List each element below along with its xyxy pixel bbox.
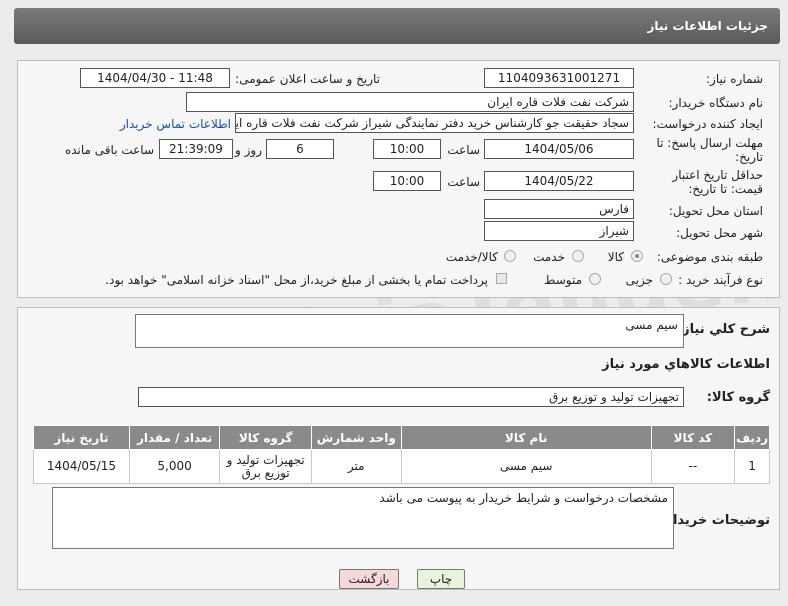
table-row: 1 -- سیم مسی متر تجهیزات تولید و توزیع ب… (33, 449, 770, 484)
requester-label: ایجاد کننده درخواست: (652, 117, 763, 131)
category-label: طبقه بندی موضوعی: (656, 250, 763, 264)
category-radio-goods[interactable] (631, 250, 643, 262)
process-radio-medium[interactable] (589, 273, 601, 285)
need-number-label: شماره نیاز: (706, 72, 763, 86)
requester-field[interactable]: سجاد حقیقت جو کارشناس خرید دفتر نمایندگی… (235, 113, 634, 133)
announce-field[interactable]: 1404/04/30 - 11:48 (80, 68, 230, 88)
buyer-contact-link[interactable]: اطلاعات تماس خریدار (120, 117, 231, 131)
remaining-label: ساعت باقی مانده (64, 143, 154, 157)
reply-time-field[interactable]: 10:00 (373, 139, 441, 159)
cell-quantity: 5,000 (128, 449, 221, 484)
print-button[interactable]: چاپ (417, 569, 465, 589)
col-row: ردیف (734, 425, 770, 450)
items-table: ردیف کد کالا نام کالا واحد شمارش گروه کا… (33, 425, 770, 484)
description-label: شرح کلي نياز: (676, 322, 770, 337)
cell-code: -- (650, 449, 736, 484)
category-option-both: کالا/خدمت (445, 250, 498, 264)
payment-note: پرداخت تمام یا بخشی از مبلغ خرید،از محل … (105, 273, 488, 287)
process-option-minor: جزیی (625, 273, 653, 287)
group-label: گروه کالا: (706, 390, 770, 405)
price-date-field[interactable]: 1404/05/22 (484, 171, 634, 191)
remaining-time-field[interactable]: 21:39:09 (159, 139, 233, 159)
category-radio-service[interactable] (572, 250, 584, 262)
price-time-label: ساعت (447, 175, 480, 189)
process-radio-minor[interactable] (660, 273, 672, 285)
reply-time-label: ساعت (447, 143, 480, 157)
reply-deadline-label: مهلت ارسال پاسخ: تا تاریخ: (656, 136, 763, 164)
province-field[interactable]: فارس (484, 199, 634, 219)
process-option-medium: متوسط (544, 273, 582, 287)
province-label: استان محل تحویل: (668, 204, 763, 218)
col-unit: واحد شمارش (310, 425, 402, 450)
announce-label: تاریخ و ساعت اعلان عمومی: (235, 72, 380, 86)
col-group: گروه کالا (219, 425, 312, 450)
col-quantity: تعداد / مقدار (128, 425, 221, 450)
city-field[interactable]: شیراز (484, 221, 634, 241)
col-name: نام کالا (400, 425, 652, 450)
process-label: نوع فرآیند خرید : (678, 273, 763, 287)
buyer-org-field[interactable]: شرکت نفت فلات قاره ایران (186, 92, 634, 112)
need-number-field[interactable]: 1104093631001271 (484, 68, 634, 88)
page-header: جزئیات اطلاعات نیاز (14, 8, 780, 44)
back-button[interactable]: بازگشت (339, 569, 399, 589)
buyer-org-label: نام دستگاه خریدار: (668, 96, 764, 110)
cell-group: تجهیزات تولید و توزیع برق (219, 449, 312, 484)
col-code: کد کالا (650, 425, 736, 450)
cell-row: 1 (734, 449, 770, 484)
description-field[interactable]: سیم مسی (135, 314, 684, 348)
cell-date: 1404/05/15 (33, 449, 130, 484)
city-label: شهر محل تحویل: (676, 226, 763, 240)
items-title: اطلاعات كالاهاي مورد نياز (602, 357, 770, 372)
group-field[interactable]: تجهیزات تولید و توزیع برق (138, 387, 684, 407)
page-title: جزئیات اطلاعات نیاز (647, 19, 768, 33)
category-option-service: خدمت (533, 250, 565, 264)
days-and-label: روز و (235, 143, 262, 157)
category-radio-both[interactable] (504, 250, 516, 262)
buyer-notes-field[interactable]: مشخصات درخواست و شرایط خریدار به پیوست م… (52, 487, 674, 549)
cell-unit: متر (310, 449, 402, 484)
price-time-field[interactable]: 10:00 (373, 171, 441, 191)
category-option-goods: کالا (607, 250, 624, 264)
price-validity-label: حداقل تاریخ اعتبار قیمت: تا تاریخ: (672, 168, 763, 196)
payment-checkbox[interactable] (496, 273, 507, 284)
reply-date-field[interactable]: 1404/05/06 (484, 139, 634, 159)
buyer-notes-label: توضیحات خریدار: (660, 513, 770, 528)
col-date: تاریخ نیاز (33, 425, 130, 450)
days-field[interactable]: 6 (266, 139, 334, 159)
cell-name: سیم مسی (400, 449, 652, 484)
